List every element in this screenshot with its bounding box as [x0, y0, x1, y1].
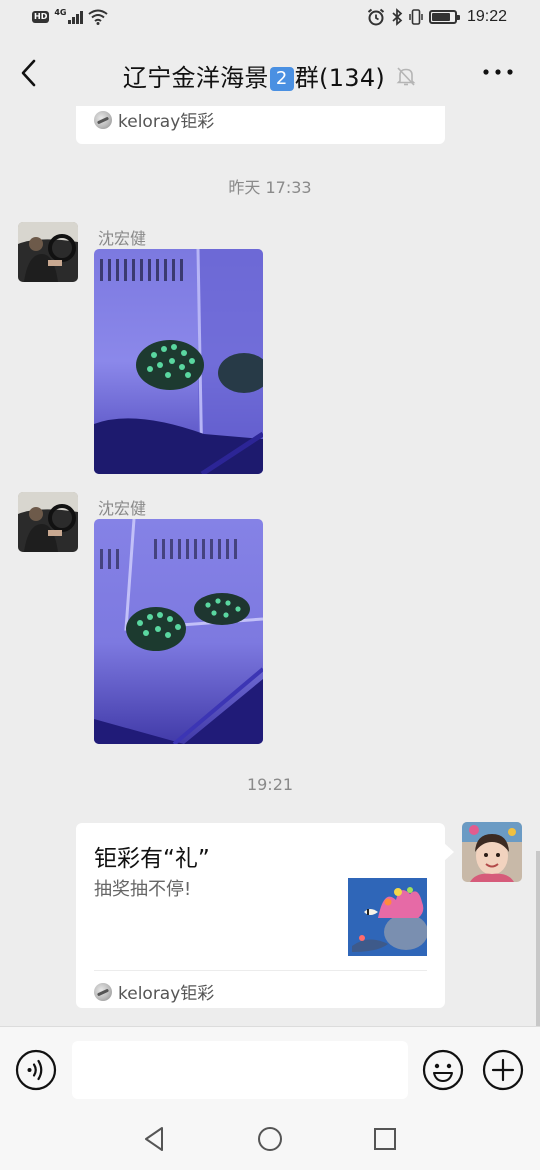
avatar-sender[interactable]	[18, 222, 78, 282]
link-card-description: 抽奖抽不停!	[94, 879, 192, 900]
emoji-button[interactable]	[422, 1049, 464, 1091]
photo-message[interactable]	[94, 249, 263, 474]
title-group: 辽宁金洋海景 2 群(134)	[0, 58, 540, 93]
status-bar: HD 4G 19:22	[0, 0, 540, 38]
scrollbar[interactable]	[536, 851, 540, 1026]
source-logo-icon	[94, 110, 112, 129]
bluetooth-icon	[392, 8, 403, 26]
voice-icon	[15, 1049, 57, 1091]
chat-title-prefix: 辽宁金洋海景	[122, 64, 269, 92]
triangle-back-icon	[145, 1127, 163, 1151]
timestamp: 昨天 17:33	[228, 178, 312, 197]
signal-icon	[68, 10, 84, 24]
photo-message[interactable]	[94, 519, 263, 744]
aquarium-photo	[94, 519, 263, 744]
nav-home-button[interactable]	[255, 1124, 285, 1154]
input-bar	[0, 1026, 540, 1106]
avatar-sender[interactable]	[18, 492, 78, 552]
more-dots-icon	[483, 69, 513, 75]
more-options-button[interactable]	[482, 60, 514, 84]
plus-icon	[482, 1049, 524, 1091]
chat-title[interactable]: 辽宁金洋海景 2 群(134)	[123, 58, 385, 93]
emoji-icon	[422, 1049, 464, 1091]
wifi-icon	[88, 9, 109, 25]
card-source-label: keloray钜彩	[118, 984, 215, 1004]
shared-card-partial[interactable]: keloray钜彩	[76, 106, 445, 144]
vibrate-icon	[409, 9, 423, 25]
timestamp: 19:21	[246, 775, 294, 794]
avatar-car-icon	[18, 492, 78, 552]
nav-recents-button[interactable]	[370, 1124, 400, 1154]
status-right-group: 19:22	[367, 8, 507, 26]
chat-title-suffix: 群(134)	[294, 64, 386, 92]
sender-name: 沈宏健	[98, 229, 147, 248]
message-list[interactable]: keloray钜彩 昨天 17:33 沈宏健 沈宏健 19:21 钜彩有“礼” …	[0, 106, 540, 1026]
card-source-label: keloray钜彩	[118, 112, 215, 132]
message-input[interactable]	[72, 1041, 408, 1099]
status-left-group: HD 4G	[32, 7, 109, 25]
system-nav-bar	[0, 1106, 540, 1170]
voice-button[interactable]	[15, 1049, 57, 1091]
source-logo-icon	[94, 982, 112, 1001]
avatar-child-icon	[462, 822, 522, 882]
nav-back-button[interactable]	[140, 1124, 170, 1154]
link-card-message[interactable]: 钜彩有“礼” 抽奖抽不停! keloray钜彩	[76, 823, 454, 1008]
alarm-icon	[367, 8, 385, 26]
square-recents-icon	[374, 1128, 396, 1150]
group-number-badge: 2	[269, 67, 294, 91]
battery-icon	[428, 10, 460, 24]
card-divider	[94, 970, 427, 971]
link-card-title: 钜彩有“礼”	[94, 846, 210, 872]
link-card-thumbnail	[348, 878, 427, 956]
network-type: 4G	[54, 7, 67, 17]
chat-header: 辽宁金洋海景 2 群(134)	[0, 38, 540, 106]
avatar-car-icon	[18, 222, 78, 282]
circle-home-icon	[258, 1127, 282, 1151]
reef-thumbnail-image	[348, 878, 427, 956]
card-source: keloray钜彩	[94, 107, 427, 132]
hd-badge: HD	[32, 11, 50, 23]
more-functions-button[interactable]	[482, 1049, 524, 1091]
card-source: keloray钜彩	[94, 979, 427, 1004]
bell-muted-icon	[396, 66, 416, 86]
avatar-self[interactable]	[462, 822, 522, 882]
aquarium-photo	[94, 249, 263, 474]
bubble-tail	[444, 843, 454, 861]
status-clock: 19:22	[466, 8, 507, 25]
sender-name: 沈宏健	[98, 499, 147, 518]
